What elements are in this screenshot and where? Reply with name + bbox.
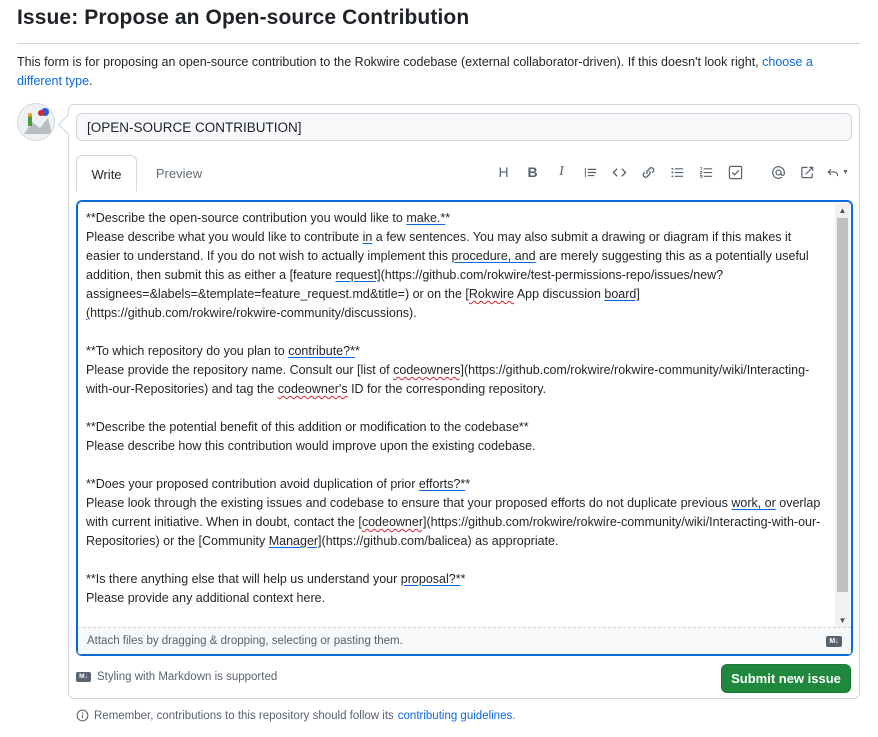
form-intro: This form is for proposing an open-sourc… (17, 53, 837, 91)
markdown-note-text[interactable]: Styling with Markdown is supported (97, 671, 277, 683)
intro-text: This form is for proposing an open-sourc… (17, 55, 759, 69)
contributing-note-text: Remember, contributions to this reposito… (94, 709, 394, 722)
mention-icon[interactable] (764, 162, 793, 182)
numbered-list-icon[interactable] (692, 162, 721, 182)
quote-icon[interactable] (576, 162, 605, 182)
attach-files-text: Attach files by dragging & dropping, sel… (87, 635, 403, 647)
page-title: Issue: Propose an Open-source Contributi… (17, 6, 470, 29)
new-issue-form: Write Preview H B I (68, 104, 860, 699)
info-icon (76, 709, 89, 722)
issue-body-editor[interactable]: **Describe the open-source contribution … (76, 200, 853, 656)
chevron-down-icon: ▼ (842, 168, 849, 176)
contributing-guidelines-link[interactable]: contributing guidelines (398, 710, 512, 722)
bold-icon[interactable]: B (518, 162, 547, 182)
code-icon[interactable] (605, 162, 634, 182)
link-icon[interactable] (634, 162, 663, 182)
attach-files-bar[interactable]: Attach files by dragging & dropping, sel… (78, 627, 851, 654)
editor-scrollbar[interactable]: ▲ ▼ (835, 203, 850, 627)
markdown-toolbar: H B I ▼ (489, 162, 854, 182)
italic-icon[interactable]: I (547, 162, 576, 182)
scroll-up-arrow-icon[interactable]: ▲ (835, 203, 850, 217)
issue-title-input[interactable] (76, 113, 852, 141)
markdown-support-note: M↓ Styling with Markdown is supported (76, 671, 277, 683)
markdown-icon: M↓ (76, 672, 91, 682)
contributing-note: Remember, contributions to this reposito… (76, 709, 515, 722)
cross-reference-icon[interactable] (793, 162, 822, 182)
tab-write[interactable]: Write (76, 155, 137, 192)
intro-end: . (89, 74, 93, 88)
heading-icon[interactable]: H (489, 162, 518, 182)
tab-preview[interactable]: Preview (146, 155, 212, 192)
scroll-down-arrow-icon[interactable]: ▼ (835, 613, 850, 627)
scroll-thumb[interactable] (837, 218, 848, 592)
task-list-icon[interactable] (721, 162, 750, 182)
avatar[interactable] (17, 103, 55, 141)
markdown-icon: M↓ (826, 636, 842, 647)
submit-new-issue-button[interactable]: Submit new issue (721, 664, 851, 693)
bulleted-list-icon[interactable] (663, 162, 692, 182)
avatar-image-icon (18, 104, 54, 140)
undo-icon[interactable]: ▼ (822, 162, 854, 182)
title-divider (17, 43, 860, 44)
issue-body-textarea[interactable]: **Describe the open-source contribution … (86, 209, 828, 608)
